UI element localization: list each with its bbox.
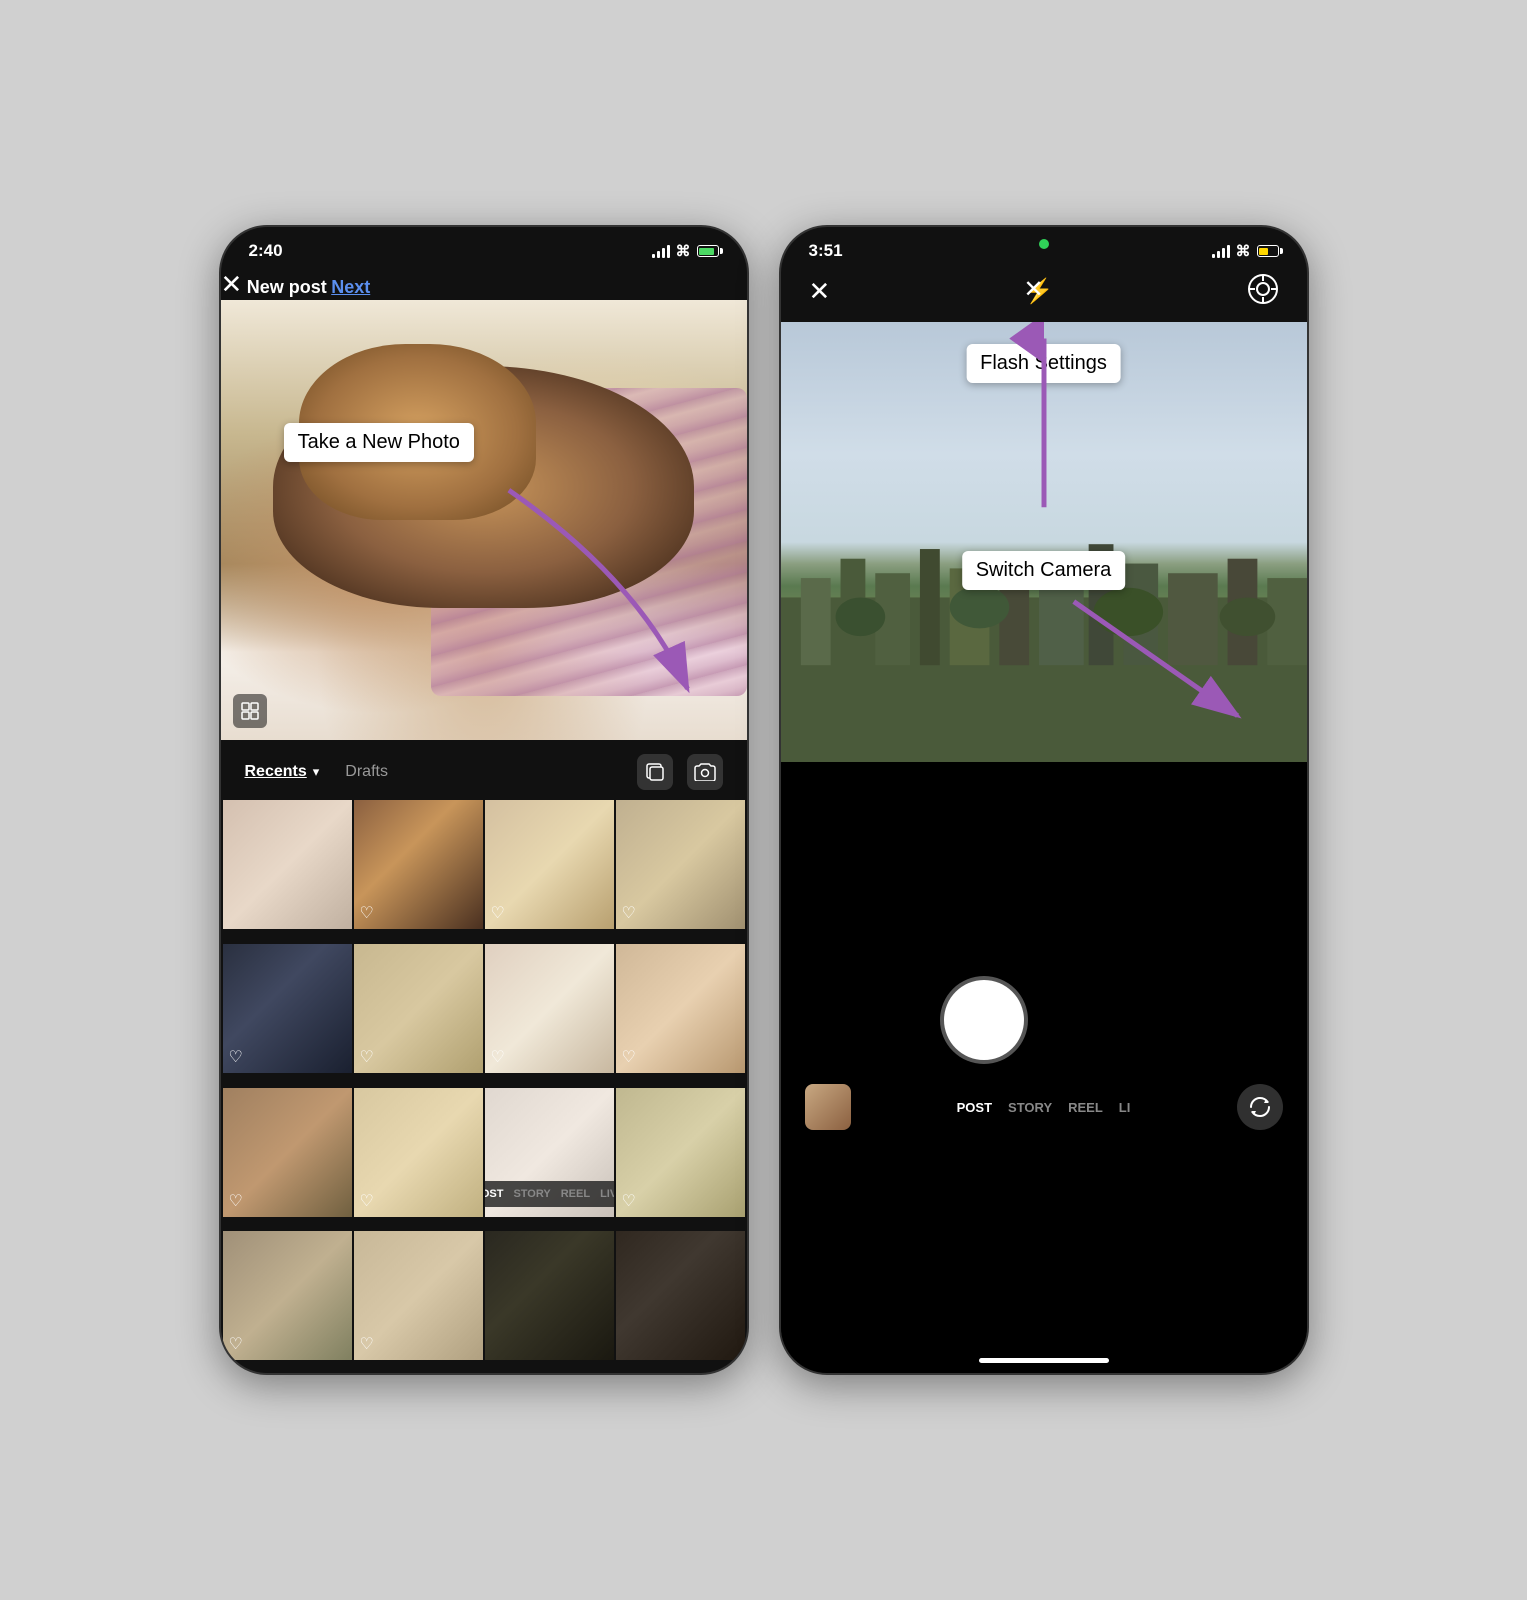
favorite-icon: ♡: [360, 1191, 374, 1211]
favorite-icon: ♡: [229, 1191, 243, 1211]
grid-item-2[interactable]: ♡: [354, 800, 483, 929]
camera-bottom: POST STORY REEL LI: [781, 762, 1307, 1348]
grid-item-6[interactable]: ♡: [354, 944, 483, 1073]
cam-nav-header: ✕ ⚡ ✕: [781, 269, 1307, 322]
next-button[interactable]: Next: [331, 277, 370, 297]
home-indicator: [979, 1358, 1109, 1363]
take-photo-label: Take a New Photo: [284, 423, 474, 462]
battery-fill-right: [1259, 248, 1268, 255]
favorite-icon: ♡: [360, 1334, 374, 1354]
tab-post-left[interactable]: POST: [485, 1188, 504, 1200]
favorite-icon: ♡: [229, 1334, 243, 1354]
grid-item-9[interactable]: ♡: [223, 1088, 352, 1217]
shutter-row: [781, 980, 1307, 1060]
switch-camera-label: Switch Camera: [962, 551, 1126, 590]
tab-live-left[interactable]: LIVE: [600, 1188, 613, 1200]
close-button-left[interactable]: ✕: [221, 269, 243, 299]
grid-item-1[interactable]: [223, 800, 352, 929]
favorite-icon: ♡: [622, 903, 636, 923]
status-bar-left: 2:40 ⌘: [221, 227, 747, 269]
switch-camera-button[interactable]: [1237, 1084, 1283, 1130]
grid-item-8[interactable]: ♡: [616, 944, 745, 1073]
signal-icon-right: [1212, 244, 1230, 258]
grid-item-14[interactable]: ♡: [354, 1231, 483, 1360]
grid-item-10[interactable]: ♡: [354, 1088, 483, 1217]
favorite-icon: ♡: [229, 1047, 243, 1067]
image-preview: Take a New Photo: [221, 300, 747, 740]
page-title-left: New post: [247, 277, 327, 297]
flash-button[interactable]: ⚡ ✕: [1023, 277, 1053, 306]
signal-icon: [652, 244, 670, 258]
grid-item-16[interactable]: [616, 1231, 745, 1360]
nav-header-left: ✕ New post Next: [221, 269, 747, 300]
recents-button[interactable]: Recents: [245, 763, 307, 781]
facetime-indicator: [1039, 239, 1049, 249]
camera-button[interactable]: [687, 754, 723, 790]
favorite-icon: ♡: [622, 1047, 636, 1067]
favorite-icon: ♡: [360, 903, 374, 923]
cam-tabs: POST STORY REEL LI: [859, 1100, 1229, 1115]
library-filters: Recents ▾ Drafts: [245, 763, 388, 781]
grid-item-15[interactable]: [485, 1231, 614, 1360]
battery-icon-right: [1257, 245, 1279, 257]
grid-item-7[interactable]: ♡: [485, 944, 614, 1073]
tab-story-left[interactable]: STORY: [513, 1188, 550, 1200]
favorite-icon: ♡: [622, 1191, 636, 1211]
battery-fill: [699, 248, 714, 255]
right-phone: 3:51 ⌘ ✕ ⚡ ✕: [779, 225, 1309, 1375]
flash-settings-label: Flash Settings: [966, 344, 1121, 383]
gallery-thumbnail[interactable]: [805, 1084, 851, 1130]
favorite-icon: ♡: [491, 903, 505, 923]
drafts-button[interactable]: Drafts: [345, 763, 388, 781]
cam-tab-live[interactable]: LI: [1119, 1100, 1131, 1115]
grid-item-13[interactable]: ♡: [223, 1231, 352, 1360]
library-header: Recents ▾ Drafts: [221, 740, 747, 800]
time-right: 3:51: [809, 241, 843, 261]
time-left: 2:40: [249, 241, 283, 261]
library-actions: [637, 754, 723, 790]
left-phone: 2:40 ⌘ ✕ New post Next: [219, 225, 749, 1375]
cam-bottom-bar: POST STORY REEL LI: [781, 1084, 1307, 1130]
status-icons-left: ⌘: [652, 242, 719, 260]
grid-item-3[interactable]: ♡: [485, 800, 614, 929]
close-button-right[interactable]: ✕: [809, 276, 831, 307]
favorite-icon: ♡: [360, 1047, 374, 1067]
tab-reel-left[interactable]: REEL: [561, 1188, 590, 1200]
favorite-icon: ♡: [491, 1047, 505, 1067]
grid-item-11[interactable]: POST STORY REEL LIVE: [485, 1088, 614, 1217]
grid-item-12[interactable]: ♡: [616, 1088, 745, 1217]
expand-button[interactable]: [233, 694, 267, 728]
grid-item-5[interactable]: ♡: [223, 944, 352, 1073]
recents-chevron: ▾: [313, 764, 320, 780]
tab-pill-overlay: POST STORY REEL LIVE: [485, 1181, 614, 1207]
wifi-icon-right: ⌘: [1236, 242, 1251, 260]
cam-tab-reel[interactable]: REEL: [1068, 1100, 1103, 1115]
wifi-icon: ⌘: [676, 242, 691, 260]
grid-item-4[interactable]: ♡: [616, 800, 745, 929]
photo-grid: ♡ ♡ ♡ ♡ ♡ ♡: [221, 800, 747, 1373]
status-icons-right: ⌘: [1212, 242, 1279, 260]
select-multiple-button[interactable]: [637, 754, 673, 790]
cam-tab-story[interactable]: STORY: [1008, 1100, 1052, 1115]
camera-viewfinder: Flash Settings Switch Camera: [781, 322, 1307, 762]
battery-icon: [697, 245, 719, 257]
selected-photo: [221, 300, 747, 740]
camera-settings-button[interactable]: [1247, 273, 1279, 310]
shutter-button[interactable]: [944, 980, 1024, 1060]
flash-off-icon: ⚡ ✕: [1023, 278, 1053, 305]
cam-tab-post[interactable]: POST: [957, 1100, 992, 1115]
